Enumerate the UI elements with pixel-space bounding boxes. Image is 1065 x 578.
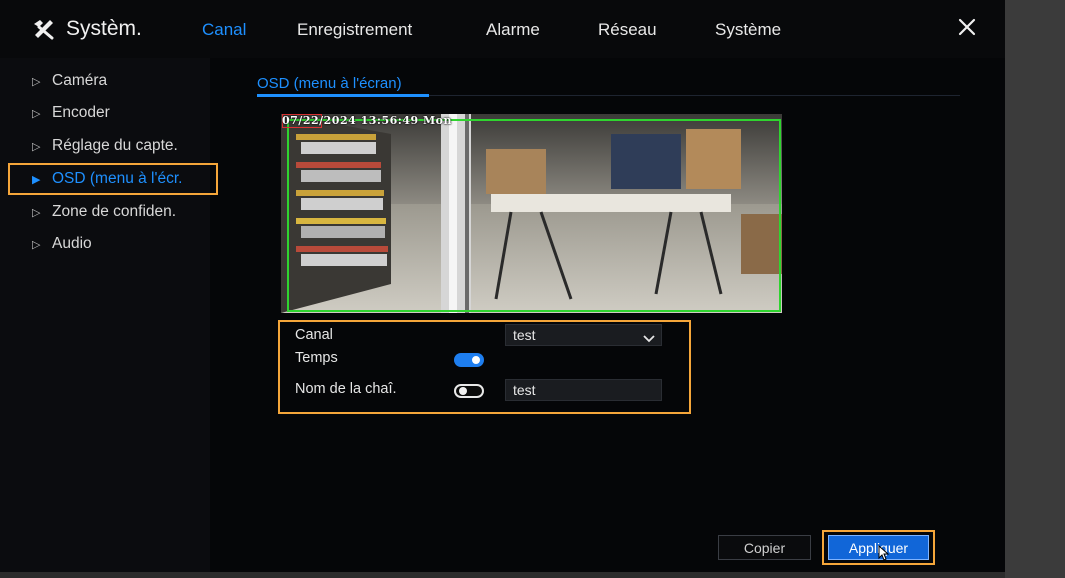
triangle-filled-icon: ▶ [32, 173, 41, 186]
sidebar-item-label: Réglage du capte. [52, 137, 178, 154]
canal-select-value: test [513, 327, 536, 343]
brand: Systèm. [30, 14, 142, 44]
tab-canal[interactable]: Canal [202, 20, 246, 40]
osd-timestamp: 07/22/2024 13:56:49 Mon [282, 114, 452, 127]
triangle-outline-icon: ▷ [32, 75, 41, 88]
sidebar-item-encoder[interactable]: ▷ Encoder [10, 97, 215, 129]
top-bar: Systèm. Canal Enregistrement Alarme Rése… [0, 0, 1005, 58]
tab-osd[interactable]: OSD (menu à l'écran) [257, 75, 402, 92]
canal-label: Canal [295, 327, 333, 343]
nom-chaine-input[interactable]: test [505, 379, 662, 401]
sidebar-item-reglage-capteur[interactable]: ▷ Réglage du capte. [10, 130, 215, 162]
close-icon[interactable] [957, 17, 979, 39]
canal-select[interactable]: test [505, 324, 662, 346]
tab-systeme[interactable]: Système [715, 20, 781, 40]
triangle-outline-icon: ▷ [32, 140, 41, 153]
nom-chaine-toggle[interactable] [454, 384, 484, 398]
sidebar-item-label: Caméra [52, 72, 108, 89]
brand-title: Systèm. [66, 17, 142, 40]
triangle-outline-icon: ▷ [32, 206, 41, 219]
copy-button[interactable]: Copier [718, 535, 811, 560]
sidebar-item-camera[interactable]: ▷ Caméra [10, 65, 215, 97]
sidebar-item-audio[interactable]: ▷ Audio [10, 228, 215, 260]
tools-icon [30, 16, 56, 42]
osd-region-border [287, 119, 781, 312]
nom-chaine-label: Nom de la chaî. [295, 381, 397, 397]
settings-window: Systèm. Canal Enregistrement Alarme Rése… [0, 0, 1005, 578]
sidebar-item-zone-confidentialite[interactable]: ▷ Zone de confiden. [10, 196, 215, 228]
sidebar-item-label: Encoder [52, 104, 110, 121]
toggle-knob [459, 387, 467, 395]
bottom-margin [0, 572, 1005, 578]
sidebar-item-label: Audio [52, 235, 92, 252]
chevron-down-icon [643, 330, 655, 346]
mouse-cursor-icon [878, 544, 890, 566]
toggle-knob [471, 355, 481, 365]
temps-label: Temps [295, 350, 338, 366]
tab-alarme[interactable]: Alarme [486, 20, 540, 40]
sidebar-item-label: OSD (menu à l'écr. [52, 170, 183, 187]
triangle-outline-icon: ▷ [32, 238, 41, 251]
nom-chaine-value: test [513, 382, 536, 398]
tab-enregistrement[interactable]: Enregistrement [297, 20, 412, 40]
triangle-outline-icon: ▷ [32, 107, 41, 120]
sidebar-item-osd[interactable]: ▶ OSD (menu à l'écr. [8, 163, 218, 195]
tab-reseau[interactable]: Réseau [598, 20, 657, 40]
temps-toggle[interactable] [454, 353, 484, 367]
sidebar-item-label: Zone de confiden. [52, 203, 177, 220]
tab-active-underline [257, 94, 429, 97]
right-margin [1005, 0, 1065, 578]
sidebar: ▷ Caméra ▷ Encoder ▷ Réglage du capte. ▶… [0, 58, 218, 572]
